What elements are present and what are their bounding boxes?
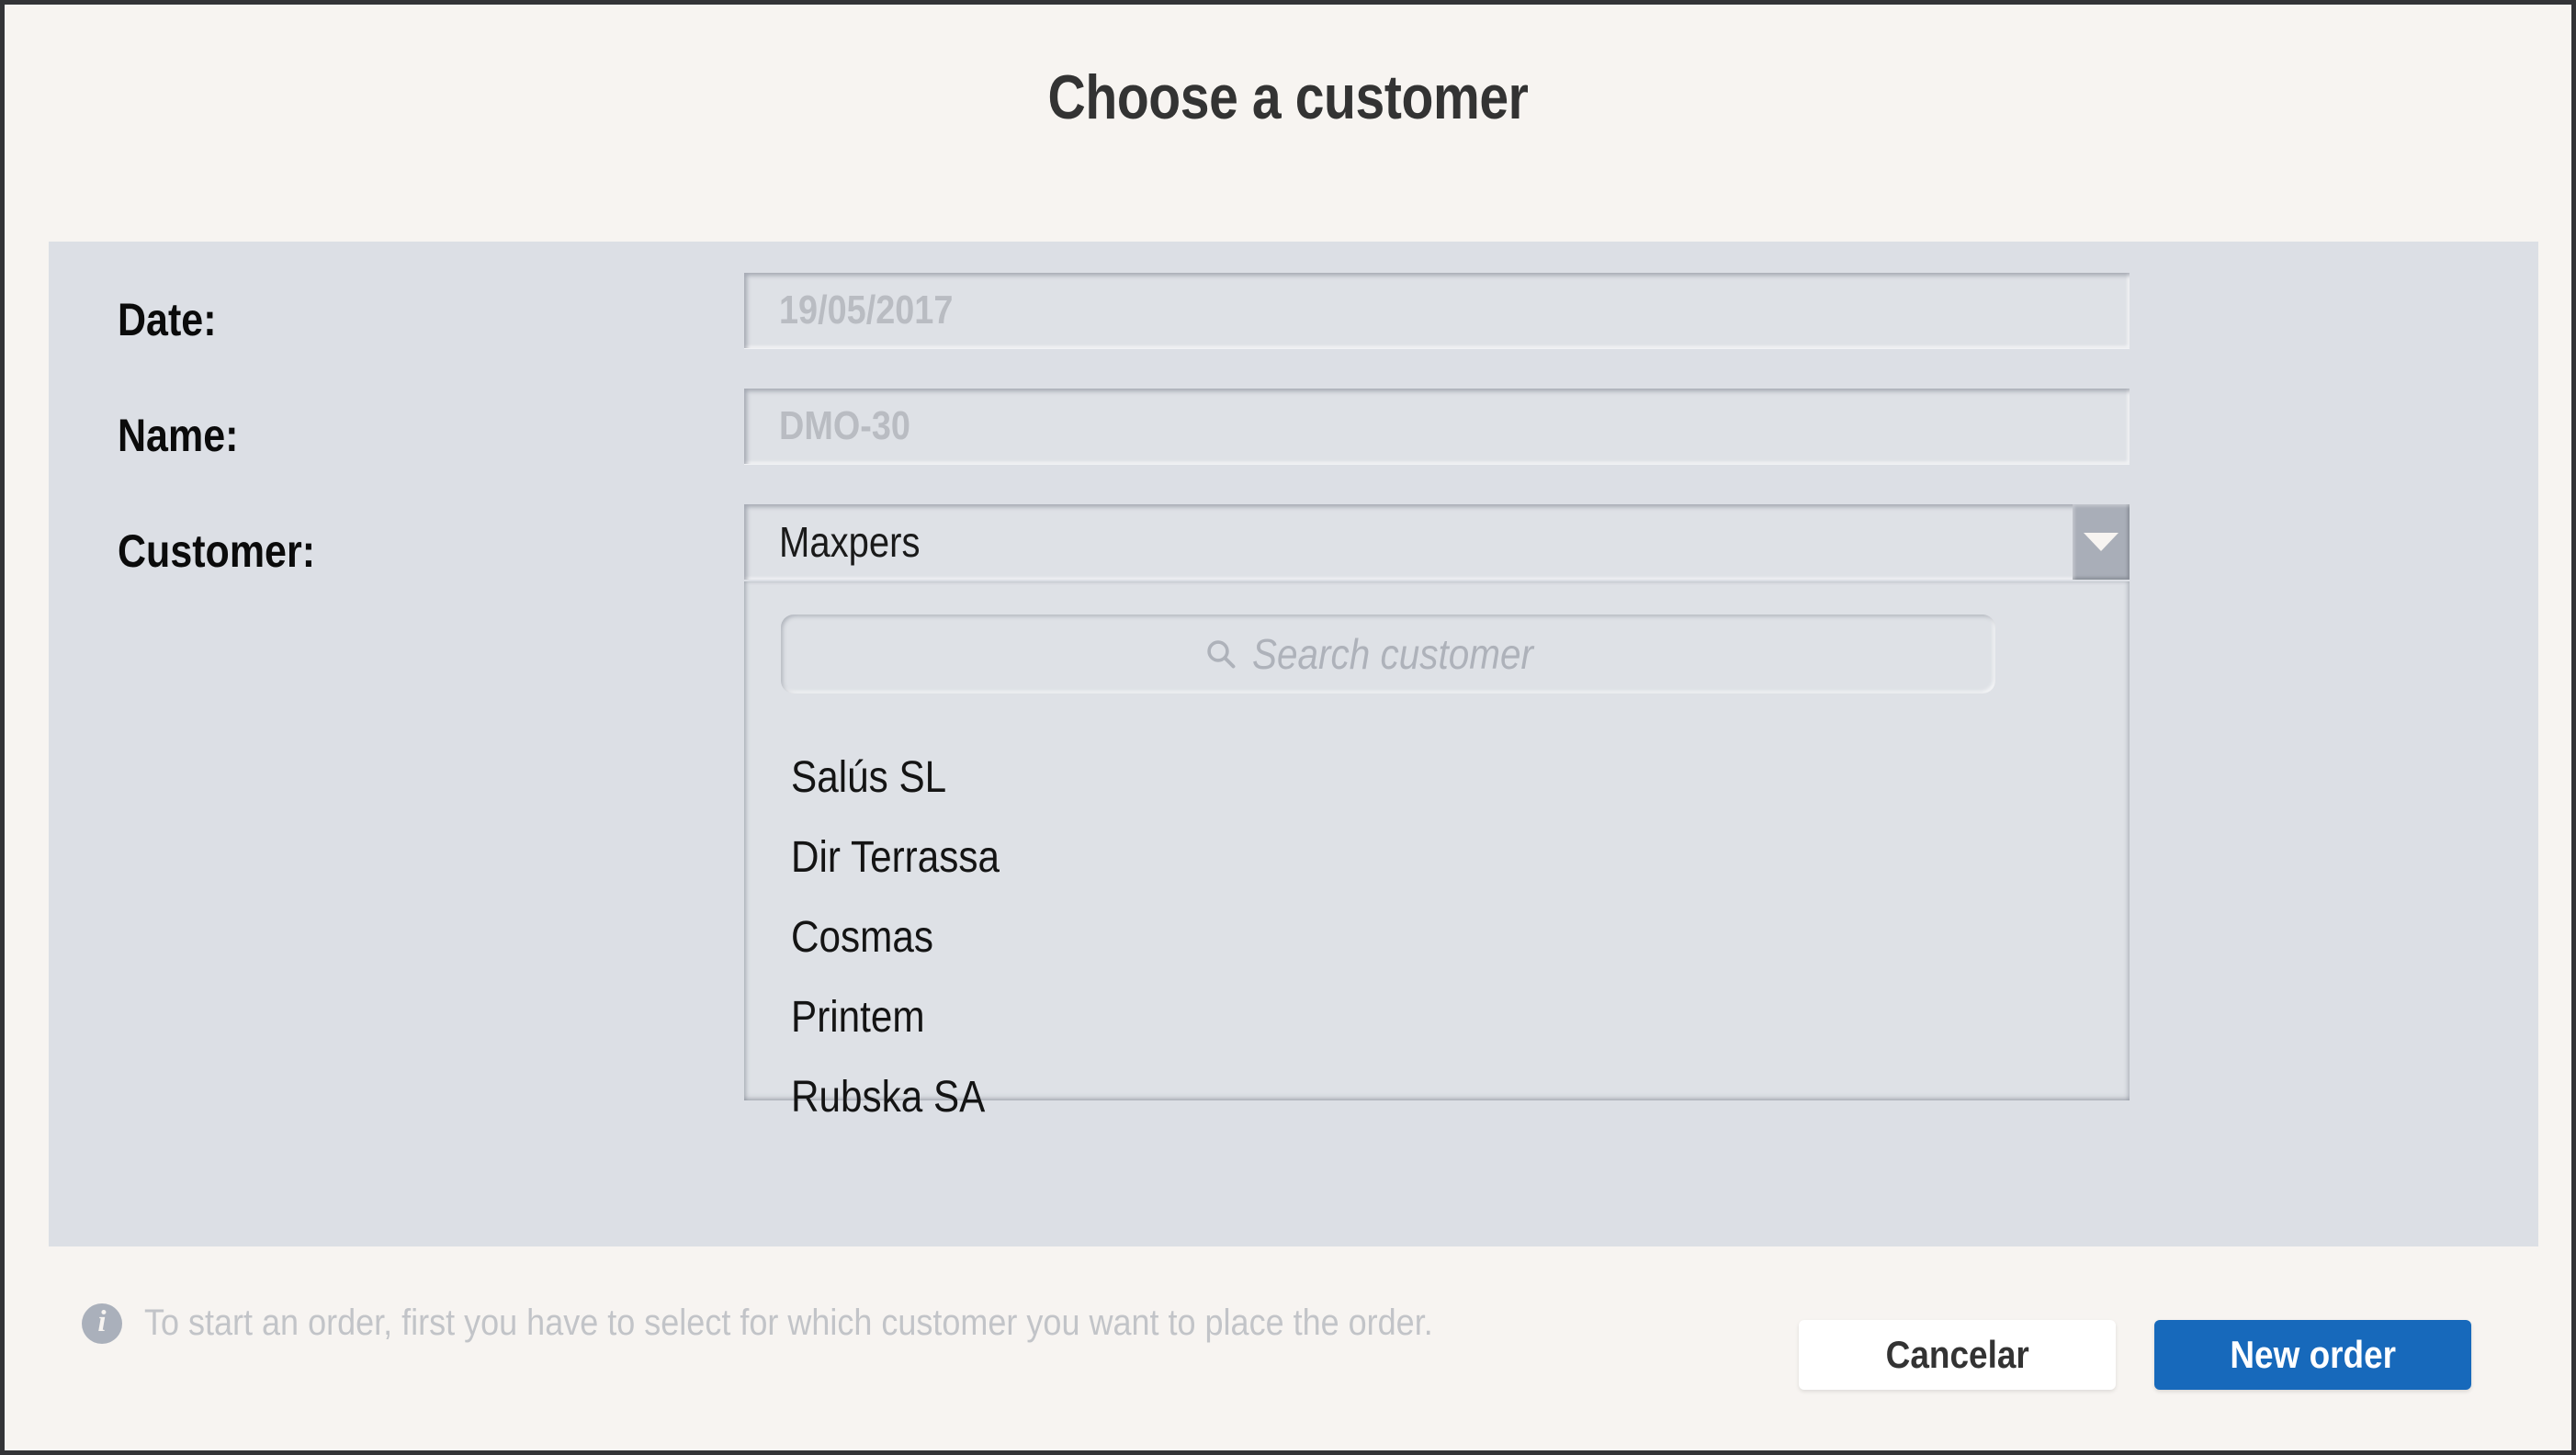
name-input[interactable]: DMO-30 (744, 389, 2130, 464)
footer-note: i To start an order, first you have to s… (82, 1303, 1576, 1344)
date-label: Date: (118, 294, 217, 345)
cancel-button[interactable]: Cancelar (1799, 1320, 2116, 1390)
customer-select[interactable]: Maxpers (744, 504, 2130, 580)
new-order-button[interactable]: New order (2154, 1320, 2471, 1390)
list-item[interactable]: Cosmas (744, 897, 1963, 977)
search-customer-input[interactable]: Search customer (781, 615, 1995, 694)
customer-selected-value: Maxpers (779, 518, 921, 566)
list-item[interactable]: Salús SL (744, 738, 1963, 818)
customer-option-list: Salús SL Dir Terrassa Cosmas Printem Rub… (744, 738, 2130, 1137)
footer-hint-text: To start an order, first you have to sel… (144, 1303, 1433, 1343)
name-label: Name: (118, 410, 239, 461)
date-input[interactable]: 19/05/2017 (744, 273, 2130, 348)
customer-label: Customer: (118, 525, 316, 577)
page-title: Choose a customer (1047, 62, 1529, 132)
chevron-down-icon[interactable] (2073, 504, 2130, 580)
search-inner: Search customer (1204, 629, 1572, 679)
customer-dropdown-panel: Search customer Salús SL Dir Terrassa Co… (744, 581, 2130, 1122)
choose-customer-dialog: Choose a customer Date: 19/05/2017 Name:… (0, 0, 2576, 1455)
search-placeholder: Search customer (1252, 630, 1534, 678)
list-item[interactable]: Printem (744, 977, 1963, 1057)
new-order-button-label: New order (2230, 1333, 2396, 1376)
form-panel: Date: 19/05/2017 Name: DMO-30 Customer: … (49, 242, 2538, 1246)
cancel-button-label: Cancelar (1885, 1333, 2029, 1376)
search-icon (1207, 640, 1236, 669)
name-placeholder: DMO-30 (779, 403, 910, 448)
list-item[interactable]: Dir Terrassa (744, 818, 1963, 897)
list-item[interactable]: Rubska SA (744, 1057, 1963, 1137)
date-placeholder: 19/05/2017 (779, 288, 954, 333)
chevron-down-glyph (2084, 533, 2118, 551)
info-icon: i (82, 1303, 122, 1344)
